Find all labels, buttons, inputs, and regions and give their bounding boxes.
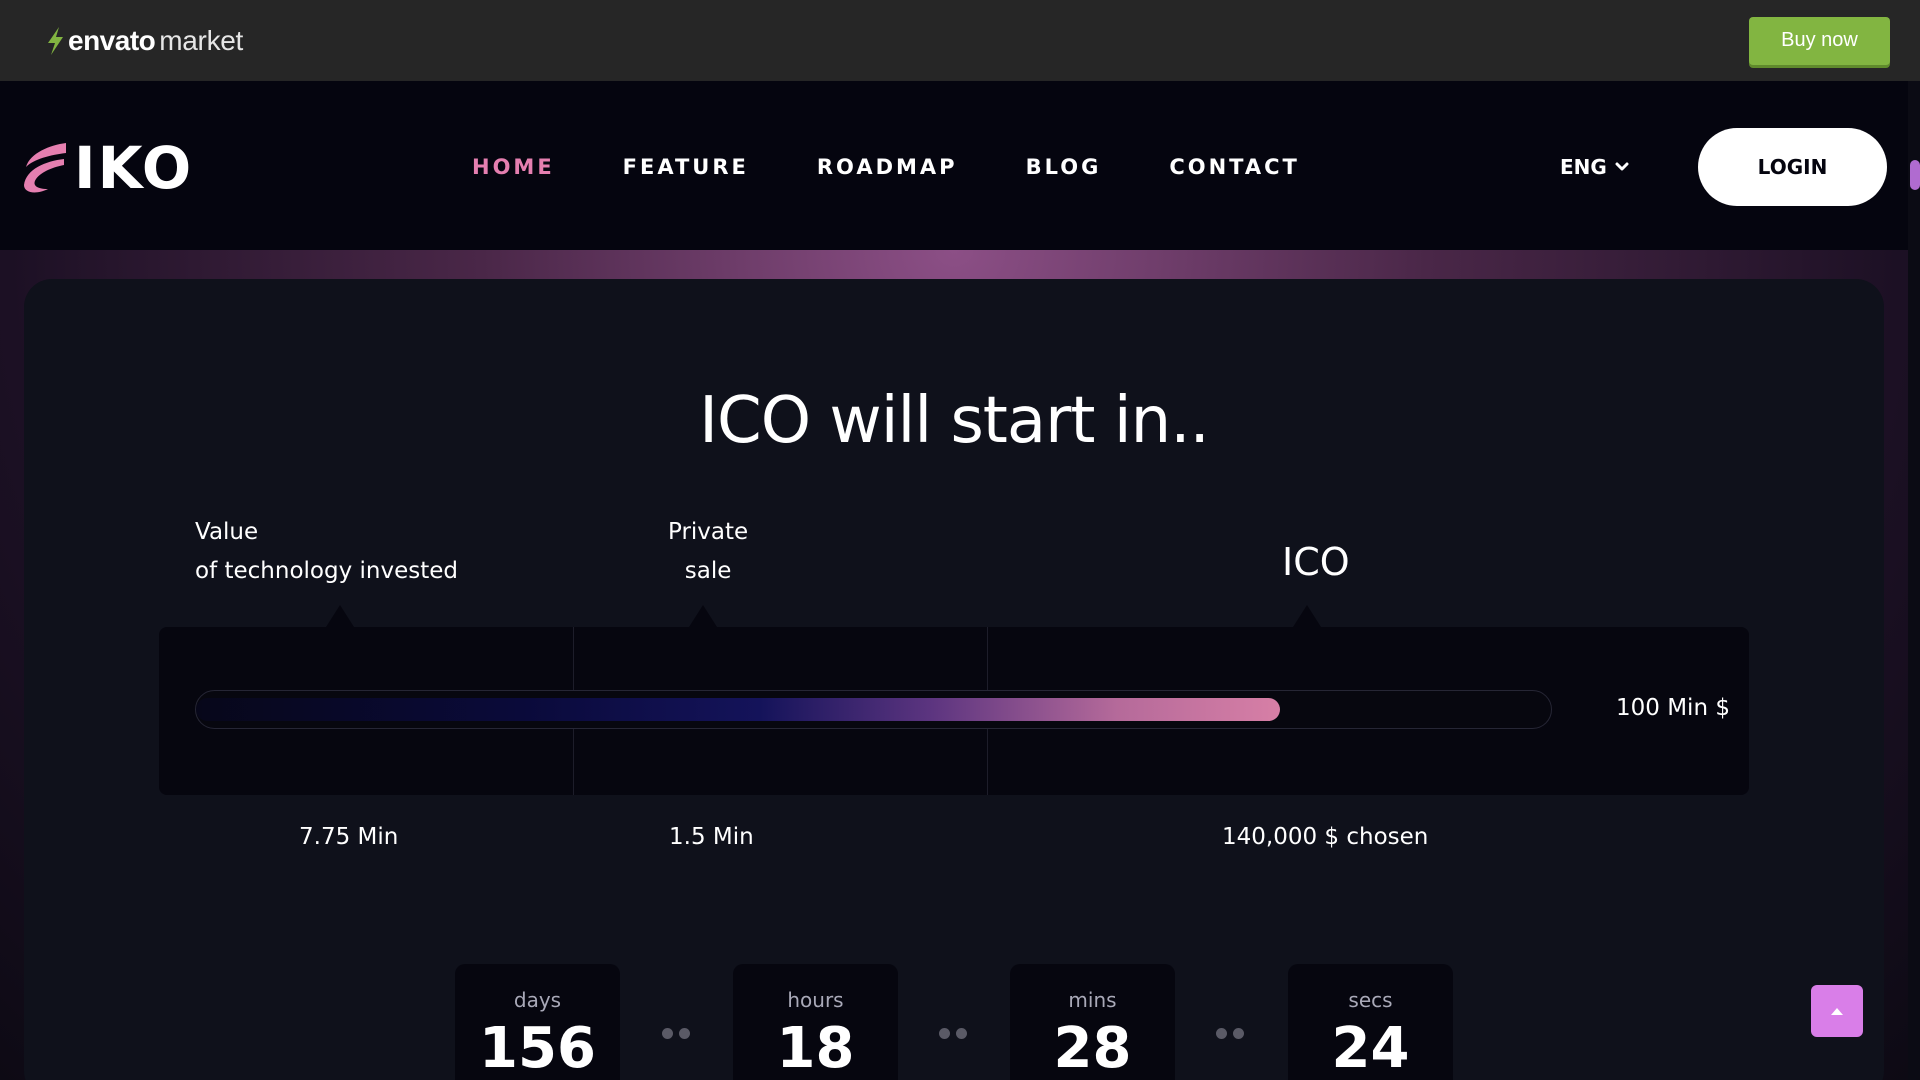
countdown-separator: [662, 1028, 690, 1039]
countdown-hours: hours 18: [733, 964, 898, 1080]
nav-item-feature[interactable]: FEATURE: [623, 155, 749, 179]
stage-amount-value: 7.75 Min: [299, 824, 399, 850]
iko-logo[interactable]: IKO: [22, 139, 193, 197]
stage-label-line: of technology invested: [195, 558, 458, 584]
stage-label-ico: ICO: [1282, 540, 1350, 584]
countdown-mins: mins 28: [1010, 964, 1175, 1080]
countdown-value: 156: [479, 1016, 596, 1080]
ico-progress-fill: [196, 698, 1280, 721]
chevron-down-icon: [1615, 162, 1629, 171]
countdown-separator: [939, 1028, 967, 1039]
countdown-unit: mins: [1068, 988, 1117, 1012]
iko-logo-text: IKO: [74, 134, 194, 202]
envato-market-text: market: [159, 24, 244, 56]
countdown-value: 18: [776, 1016, 855, 1080]
envato-brand-text: envato: [68, 24, 156, 56]
stage-label-private-sale: Private sale: [668, 513, 748, 591]
countdown-value: 28: [1053, 1016, 1132, 1080]
stage-label-line: Value: [195, 519, 259, 545]
stage-pointer: [326, 605, 354, 627]
main-nav: HOME FEATURE ROADMAP BLOG CONTACT: [472, 155, 1368, 179]
buy-now-button[interactable]: Buy now: [1749, 16, 1890, 65]
language-label: ENG: [1560, 155, 1607, 179]
ico-progress-panel: 100 Min $: [159, 627, 1749, 795]
envato-logo[interactable]: envato market: [44, 25, 243, 57]
stage-pointer: [1293, 605, 1321, 627]
scrollbar-thumb[interactable]: [1910, 160, 1920, 190]
iko-logo-mark-icon: [24, 143, 66, 193]
site-header: IKO HOME FEATURE ROADMAP BLOG CONTACT EN…: [0, 81, 1908, 250]
nav-item-home[interactable]: HOME: [472, 155, 555, 179]
stage-label-line: Private: [668, 519, 749, 545]
ico-progress-bar: [195, 690, 1552, 729]
countdown-unit: hours: [787, 988, 844, 1012]
login-button[interactable]: LOGIN: [1698, 128, 1887, 206]
ico-card: ICO will start in.. Value of technology …: [24, 279, 1884, 1080]
language-selector[interactable]: ENG: [1560, 155, 1629, 179]
ico-title: ICO will start in..: [699, 384, 1210, 458]
stage-amount-ico: 140,000 $ chosen: [1222, 824, 1429, 850]
countdown-secs: secs 24: [1288, 964, 1453, 1080]
arrow-up-icon: [1831, 1008, 1843, 1015]
countdown-value: 24: [1331, 1016, 1410, 1080]
countdown-unit: secs: [1348, 988, 1393, 1012]
envato-leaf-icon: [48, 26, 63, 55]
stage-label-value: Value of technology invested: [195, 513, 458, 591]
stage-amount-private-sale: 1.5 Min: [669, 824, 754, 850]
progress-max-label: 100 Min $: [1616, 695, 1730, 721]
countdown-days: days 156: [455, 964, 620, 1080]
back-to-top-button[interactable]: [1811, 985, 1863, 1037]
countdown-separator: [1216, 1028, 1244, 1039]
countdown-unit: days: [513, 988, 562, 1012]
stage-label-line: sale: [684, 558, 732, 584]
nav-item-contact[interactable]: CONTACT: [1169, 155, 1300, 179]
nav-item-blog[interactable]: BLOG: [1026, 155, 1102, 179]
envato-top-bar: envato market Buy now: [0, 0, 1920, 81]
page-scrollbar[interactable]: [1908, 81, 1920, 1080]
nav-item-roadmap[interactable]: ROADMAP: [817, 155, 958, 179]
stage-pointer: [689, 605, 717, 627]
